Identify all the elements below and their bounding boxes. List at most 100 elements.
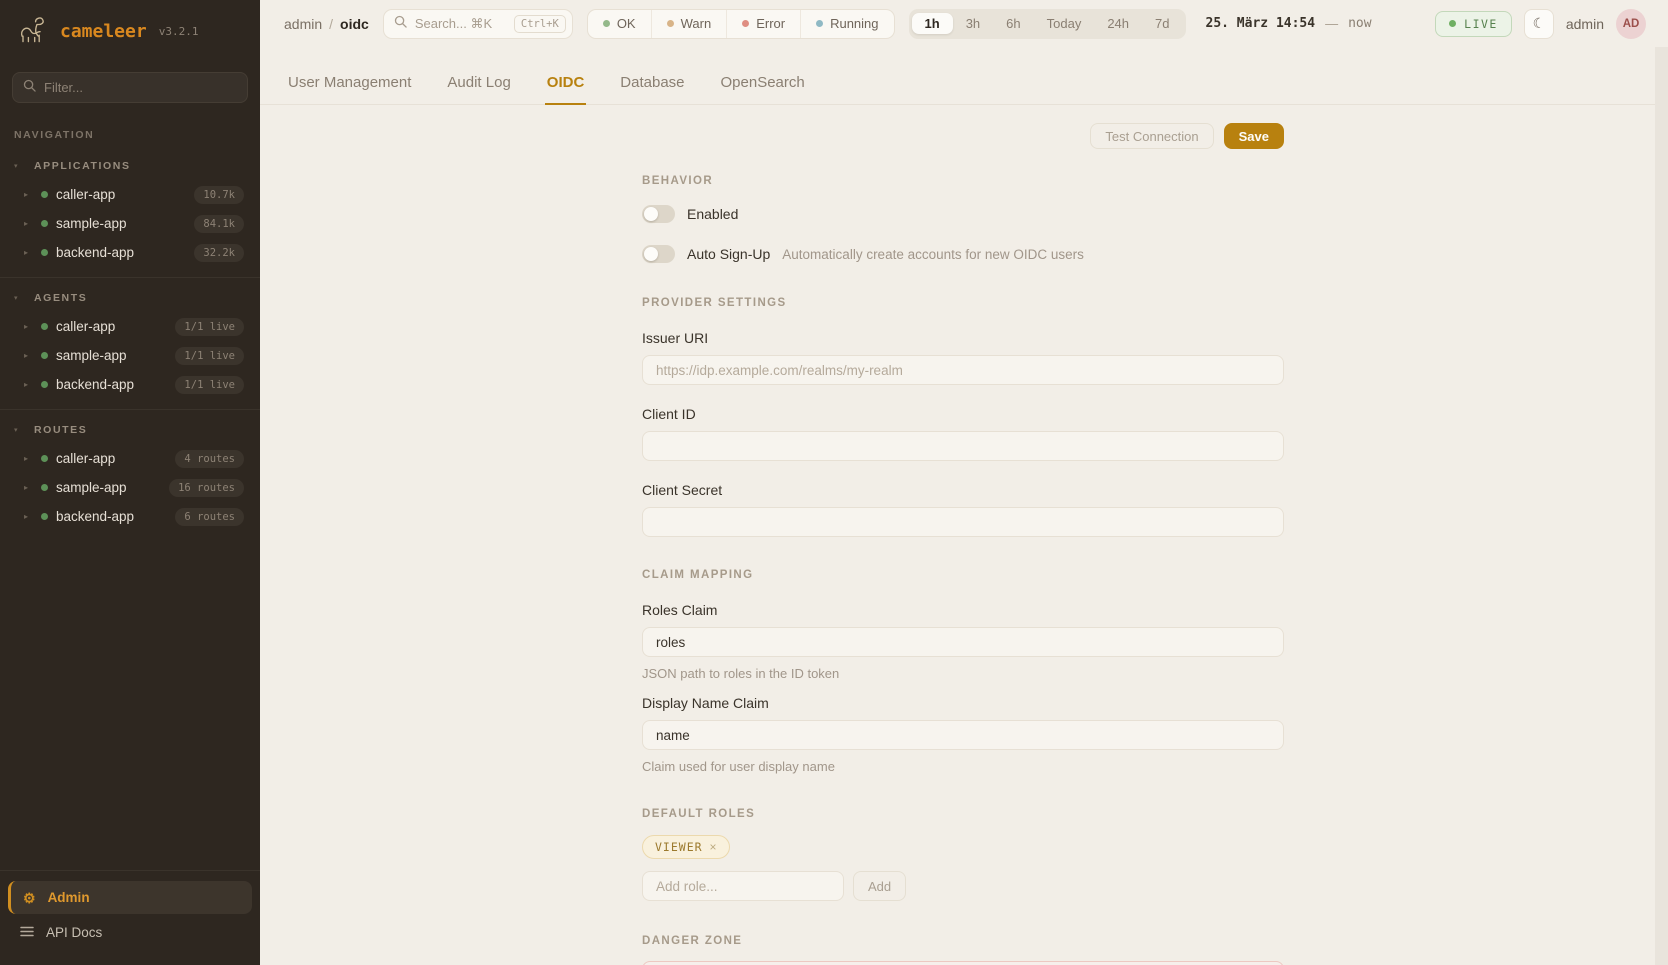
auto-signup-toggle[interactable] [642, 245, 675, 263]
sidebar-item-api-docs[interactable]: API Docs [8, 916, 252, 949]
section-header-routes[interactable]: ▾ ROUTES [10, 422, 250, 444]
sidebar-item-agents-backend-app[interactable]: ▸ backend-app 1/1 live [10, 370, 250, 399]
time-range-24h[interactable]: 24h [1094, 13, 1142, 34]
test-connection-button[interactable]: Test Connection [1090, 123, 1213, 149]
sidebar-item-routes-caller-app[interactable]: ▸ caller-app 4 routes [10, 444, 250, 473]
roles-claim-input[interactable] [642, 627, 1284, 657]
item-badge: 32.2k [194, 244, 244, 262]
sidebar-item-agents-caller-app[interactable]: ▸ caller-app 1/1 live [10, 312, 250, 341]
auto-signup-toggle-row: Auto Sign-Up Automatically create accoun… [642, 241, 1284, 267]
display-name-claim-hint: Claim used for user display name [642, 759, 1284, 774]
warn-status-dot [667, 20, 674, 27]
time-range-6h[interactable]: 6h [993, 13, 1033, 34]
time-range-display: 25. März 14:54 — now [1206, 16, 1372, 31]
chevron-down-icon: ▾ [14, 162, 24, 170]
chevron-down-icon: ▾ [14, 294, 24, 302]
sidebar-item-routes-sample-app[interactable]: ▸ sample-app 16 routes [10, 473, 250, 502]
tab-user-management[interactable]: User Management [286, 64, 413, 105]
enabled-label: Enabled [687, 206, 738, 222]
top-bar: admin / oidc Ctrl+K OK Warn [260, 0, 1668, 47]
item-badge: 16 routes [169, 479, 244, 497]
chevron-right-icon: ▸ [24, 248, 33, 257]
item-label: backend-app [56, 245, 134, 260]
client-id-label: Client ID [642, 406, 1284, 422]
filter-input[interactable] [44, 80, 237, 95]
delete-oidc-button[interactable]: Delete OIDC Configuration [642, 961, 1284, 965]
add-role-button[interactable]: Add [853, 871, 906, 901]
issuer-uri-input[interactable] [642, 355, 1284, 385]
add-role-input[interactable] [642, 871, 844, 901]
sidebar-item-applications-sample-app[interactable]: ▸ sample-app 84.1k [10, 209, 250, 238]
sidebar-item-admin[interactable]: ⚙ Admin [8, 881, 252, 914]
tab-opensearch[interactable]: OpenSearch [719, 64, 807, 105]
moon-icon: ☾ [1533, 15, 1546, 32]
avatar[interactable]: AD [1616, 9, 1646, 39]
status-filter-label: Warn [681, 16, 712, 31]
status-dot [41, 513, 48, 520]
live-badge[interactable]: LIVE [1435, 11, 1512, 37]
error-status-dot [742, 20, 749, 27]
time-range-1h[interactable]: 1h [912, 13, 953, 34]
sidebar-item-routes-backend-app[interactable]: ▸ backend-app 6 routes [10, 502, 250, 531]
enabled-toggle-row: Enabled [642, 201, 1284, 227]
live-status-dot [1449, 20, 1456, 27]
main-area: admin / oidc Ctrl+K OK Warn [260, 0, 1668, 965]
save-button[interactable]: Save [1224, 123, 1284, 149]
status-filter-running[interactable]: Running [800, 10, 893, 38]
item-label: caller-app [56, 319, 115, 334]
sidebar-item-applications-caller-app[interactable]: ▸ caller-app 10.7k [10, 180, 250, 209]
client-secret-input[interactable] [642, 507, 1284, 537]
provider-settings-heading: PROVIDER SETTINGS [642, 297, 1284, 309]
chevron-right-icon: ▸ [24, 351, 33, 360]
chevron-right-icon: ▸ [24, 219, 33, 228]
running-status-dot [816, 20, 823, 27]
brand-name: cameleer [60, 21, 147, 42]
section-label: ROUTES [34, 424, 87, 436]
tab-oidc[interactable]: OIDC [545, 64, 587, 105]
time-range-today[interactable]: Today [1034, 13, 1095, 34]
enabled-toggle[interactable] [642, 205, 675, 223]
status-filter-ok[interactable]: OK [588, 10, 651, 38]
time-range-3h[interactable]: 3h [953, 13, 993, 34]
global-search[interactable]: Ctrl+K [383, 9, 573, 39]
item-label: backend-app [56, 377, 134, 392]
item-badge: 6 routes [175, 508, 244, 526]
display-name-claim-input[interactable] [642, 720, 1284, 750]
status-filter-group: OK Warn Error Running [587, 9, 895, 39]
live-label: LIVE [1464, 17, 1498, 31]
time-to: now [1348, 16, 1371, 31]
status-dot [41, 381, 48, 388]
close-icon[interactable]: × [710, 841, 717, 853]
scrollbar[interactable] [1655, 47, 1668, 965]
oidc-form: Test Connection Save BEHAVIOR Enabled Au… [642, 123, 1284, 965]
status-dot [41, 191, 48, 198]
item-badge: 1/1 live [175, 318, 244, 336]
section-header-applications[interactable]: ▾ APPLICATIONS [10, 158, 250, 180]
time-range-7d[interactable]: 7d [1142, 13, 1182, 34]
chevron-right-icon: ▸ [24, 512, 33, 521]
status-dot [41, 220, 48, 227]
sidebar-item-applications-backend-app[interactable]: ▸ backend-app 32.2k [10, 238, 250, 267]
client-id-input[interactable] [642, 431, 1284, 461]
status-filter-error[interactable]: Error [726, 10, 800, 38]
chevron-down-icon: ▾ [14, 426, 24, 434]
default-roles-heading: DEFAULT ROLES [642, 808, 1284, 820]
sidebar: cameleer v3.2.1 NAVIGATION ▾ APPLICATION… [0, 0, 260, 965]
theme-toggle-button[interactable]: ☾ [1524, 9, 1554, 39]
tab-bar: User Management Audit Log OIDC Database … [260, 47, 1668, 105]
item-badge: 4 routes [175, 450, 244, 468]
section-header-agents[interactable]: ▾ AGENTS [10, 290, 250, 312]
search-input[interactable] [415, 16, 506, 31]
sidebar-filter[interactable] [12, 72, 248, 103]
toggle-knob [644, 207, 658, 221]
item-badge: 10.7k [194, 186, 244, 204]
add-role-row: Add [642, 871, 1284, 901]
tab-database[interactable]: Database [618, 64, 686, 105]
sidebar-item-agents-sample-app[interactable]: ▸ sample-app 1/1 live [10, 341, 250, 370]
list-icon [20, 925, 34, 940]
footer-item-label: Admin [48, 890, 90, 905]
tab-audit-log[interactable]: Audit Log [445, 64, 512, 105]
breadcrumb-separator: / [329, 16, 333, 32]
status-filter-warn[interactable]: Warn [651, 10, 727, 38]
breadcrumb-parent[interactable]: admin [284, 16, 322, 32]
